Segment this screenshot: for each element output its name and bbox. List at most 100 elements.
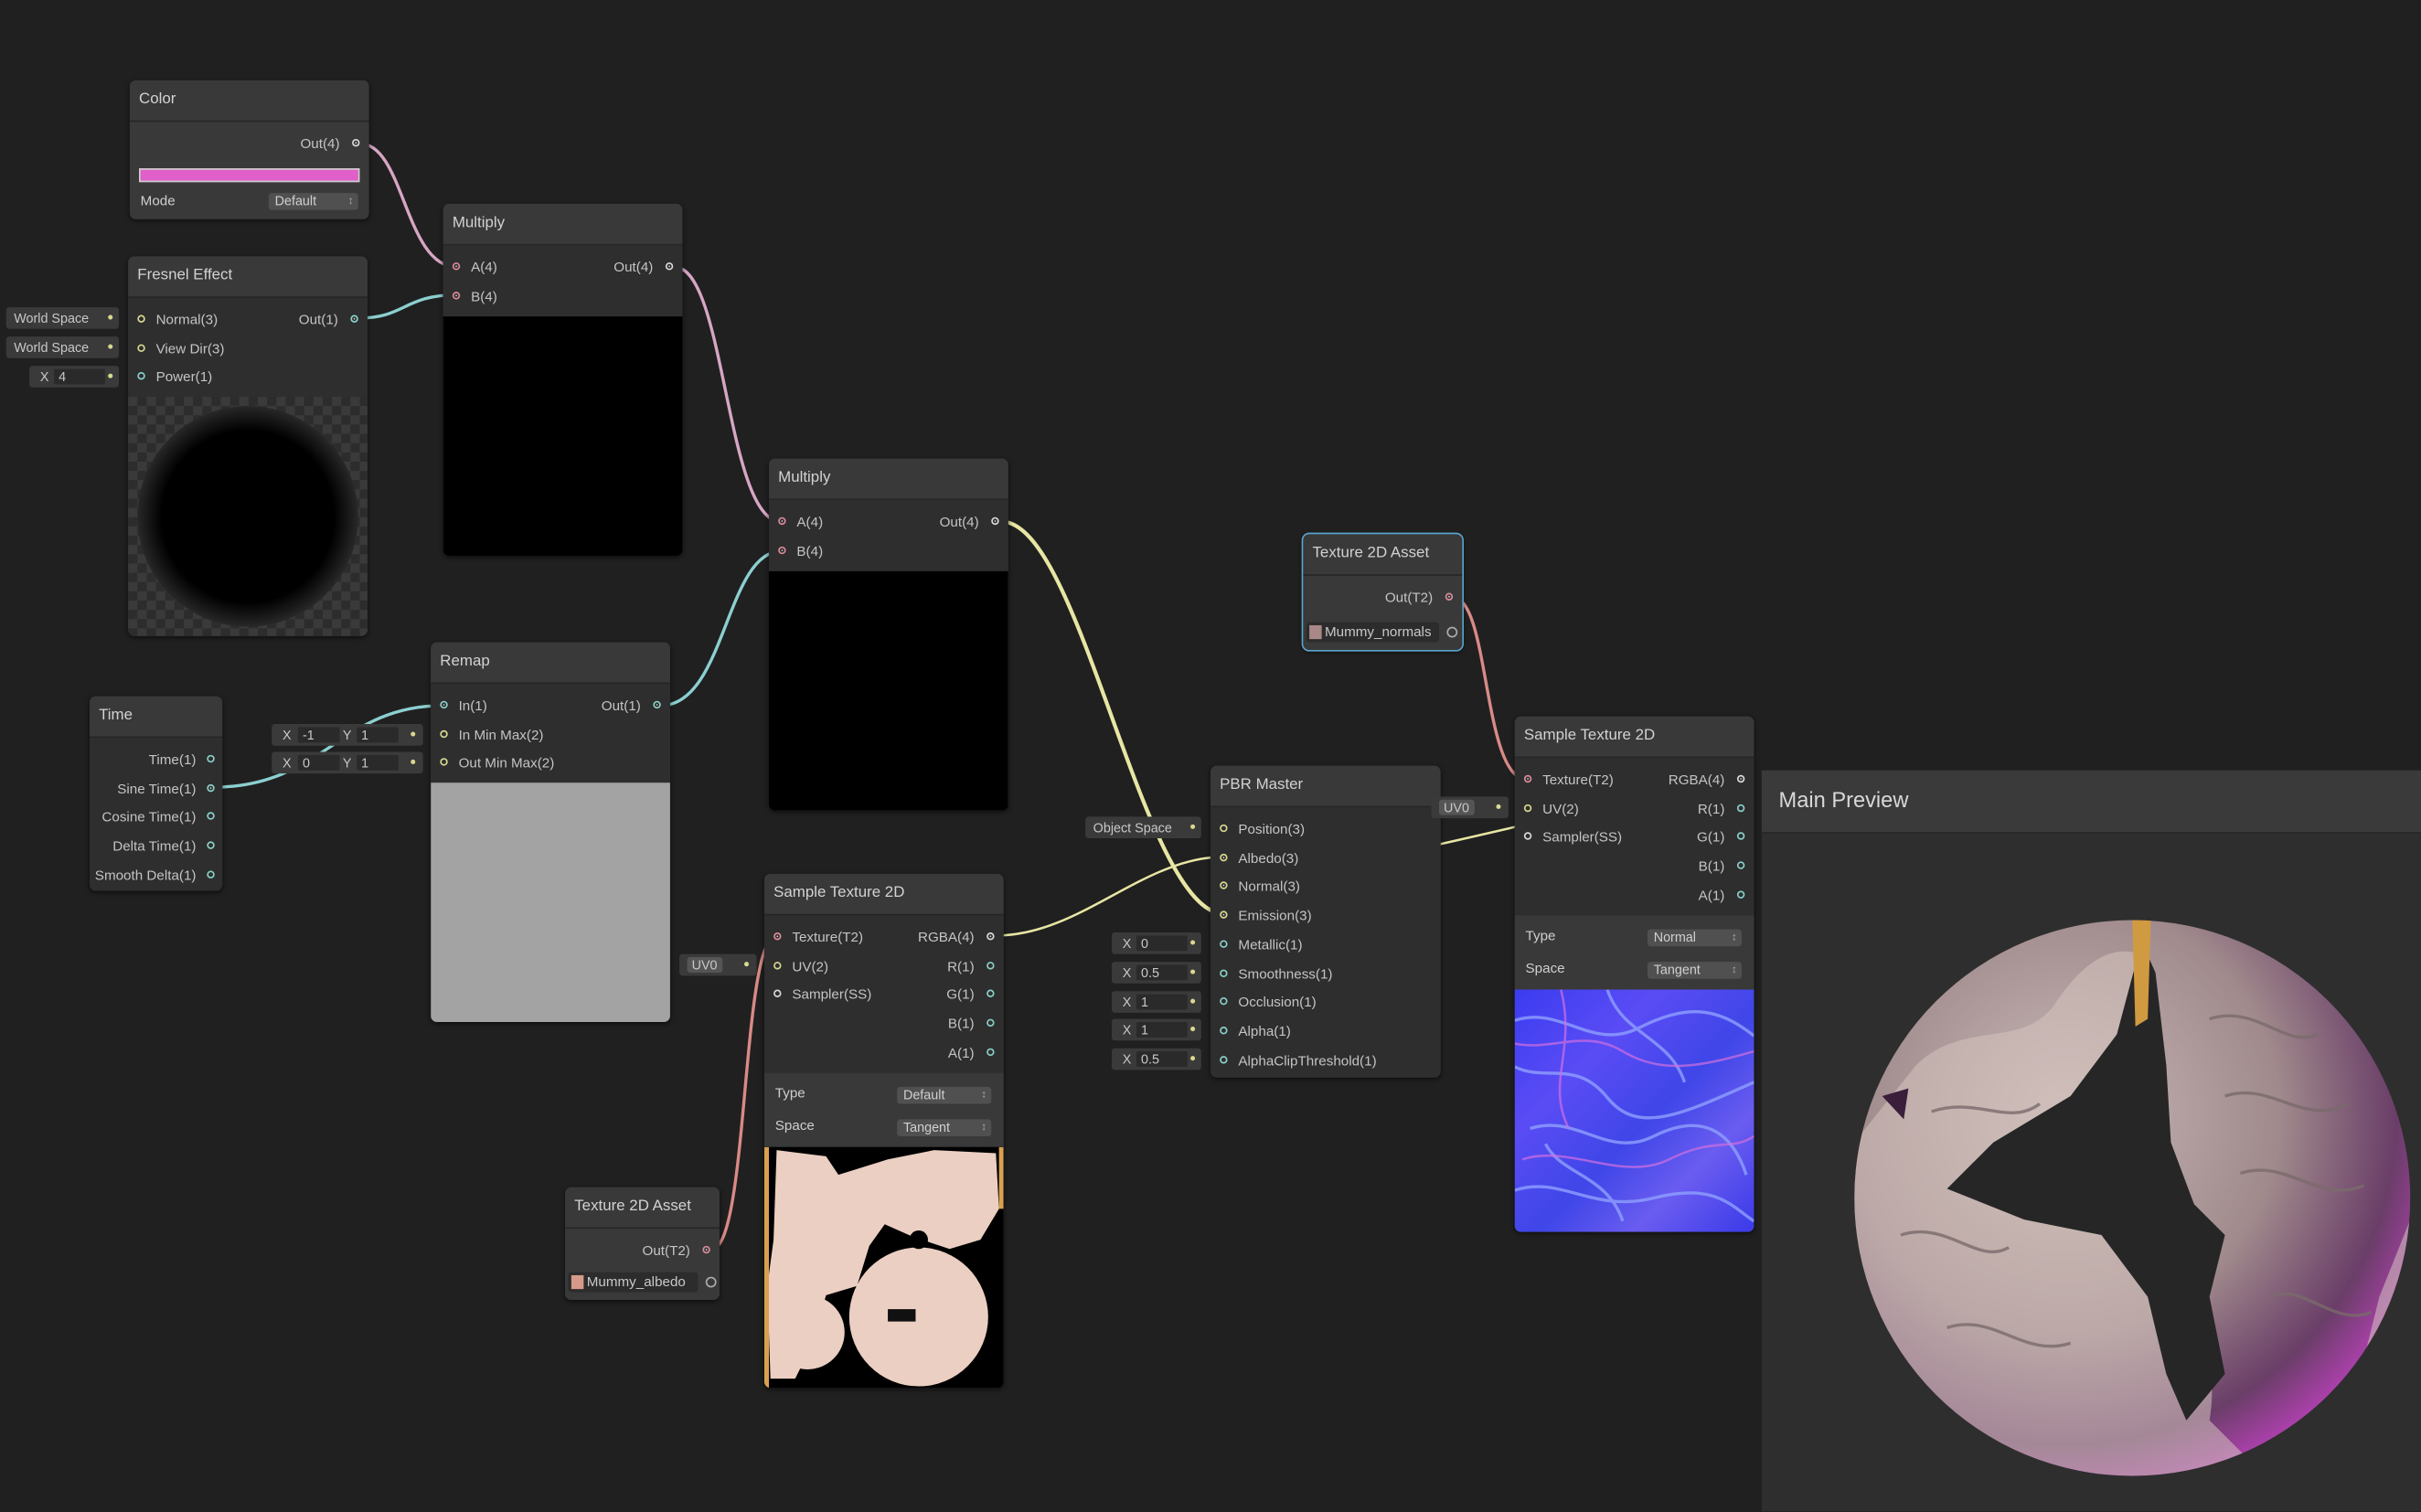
input-port-position[interactable]	[1220, 824, 1228, 833]
node-title-bar[interactable]: Color	[129, 80, 369, 122]
uv-input-albedo[interactable]: UV0	[679, 953, 757, 976]
space-dropdown[interactable]: Tangent	[1647, 962, 1742, 979]
metallic-input[interactable]: X0	[1111, 932, 1201, 954]
multiply-node-2[interactable]: Multiply A(4) B(4) Out(4)	[769, 458, 1008, 811]
in-max-value[interactable]: 1	[357, 727, 399, 743]
output-port-time[interactable]	[207, 754, 215, 763]
output-port-a[interactable]	[987, 1048, 995, 1057]
pbr-master-node[interactable]: PBR Master Position(3) Albedo(3) Normal(…	[1210, 765, 1441, 1078]
main-preview-header[interactable]: Main Preview	[1761, 770, 2421, 834]
input-port-alpha-clip[interactable]	[1220, 1056, 1228, 1064]
out-max-value[interactable]: 1	[357, 754, 399, 771]
output-port[interactable]	[653, 700, 661, 709]
input-port-in[interactable]	[440, 700, 448, 709]
node-title-bar[interactable]: Sample Texture 2D	[763, 873, 1004, 916]
input-port-uv[interactable]	[1523, 804, 1532, 813]
node-title-bar[interactable]: Sample Texture 2D	[1514, 716, 1754, 759]
node-title-bar[interactable]: Multiply	[443, 203, 683, 246]
output-port-r[interactable]	[1736, 804, 1745, 813]
input-port-b[interactable]	[778, 546, 786, 555]
node-title-bar[interactable]: Texture 2D Asset	[1303, 534, 1463, 576]
output-port-r[interactable]	[987, 962, 995, 970]
uv-dropdown[interactable]: UV0	[1438, 799, 1475, 815]
output-port[interactable]	[991, 516, 999, 526]
power-input[interactable]: X4	[29, 366, 120, 388]
node-title-bar[interactable]: PBR Master	[1210, 765, 1441, 808]
input-port-in-min-max[interactable]	[440, 729, 448, 739]
type-dropdown[interactable]: Default	[897, 1086, 992, 1104]
mode-dropdown[interactable]: Default	[268, 193, 358, 210]
type-dropdown[interactable]: Normal	[1647, 929, 1742, 947]
output-port[interactable]	[665, 262, 674, 271]
multiply-node-1[interactable]: Multiply A(4) B(4) Out(4)	[443, 203, 683, 556]
sample-texture-2d-node-normals[interactable]: Sample Texture 2D Texture(T2) UV(2) Samp…	[1514, 716, 1754, 1232]
output-port[interactable]	[350, 314, 358, 323]
output-port-b[interactable]	[987, 1018, 995, 1028]
uv-dropdown[interactable]: UV0	[687, 957, 722, 973]
output-port[interactable]	[352, 138, 360, 147]
smoothness-input[interactable]: X 0.5	[1111, 962, 1201, 984]
output-port-sine-time[interactable]	[207, 783, 215, 793]
object-picker-icon[interactable]	[1446, 626, 1458, 638]
input-port-metallic[interactable]	[1220, 940, 1228, 948]
metallic-value[interactable]: 0	[1136, 935, 1188, 952]
texture-asset-field[interactable]: Mummy_normals	[1306, 622, 1439, 643]
input-port-sampler[interactable]	[773, 989, 782, 997]
out-min-max-input[interactable]: X 0 Y 1	[272, 751, 423, 774]
node-title-bar[interactable]: Fresnel Effect	[128, 256, 368, 298]
alpha-clip-value[interactable]: 0.5	[1136, 1051, 1188, 1067]
texture-2d-asset-node-albedo[interactable]: Texture 2D Asset Out(T2) Mummy_albedo	[565, 1187, 720, 1300]
time-node[interactable]: Time Time(1) Sine Time(1) Cosine Time(1)…	[89, 696, 223, 891]
object-picker-icon[interactable]	[705, 1276, 717, 1288]
output-port[interactable]	[1445, 592, 1454, 601]
input-port-uv[interactable]	[773, 962, 782, 970]
input-port-out-min-max[interactable]	[440, 758, 448, 766]
node-title-bar[interactable]: Multiply	[769, 458, 1008, 501]
node-title-bar[interactable]: Remap	[431, 642, 670, 685]
output-port-b[interactable]	[1736, 861, 1745, 869]
input-port-power[interactable]	[137, 372, 145, 380]
sample-texture-2d-node-albedo[interactable]: Sample Texture 2D Texture(T2) UV(2) Samp…	[763, 873, 1004, 1389]
alpha-input[interactable]: X1	[1111, 1018, 1201, 1041]
color-swatch[interactable]	[138, 168, 360, 183]
input-port-smoothness[interactable]	[1220, 969, 1228, 978]
output-port-g[interactable]	[987, 989, 995, 997]
alpha-clip-input[interactable]: X 0.5	[1111, 1048, 1201, 1070]
node-title-bar[interactable]: Texture 2D Asset	[565, 1187, 720, 1230]
input-port-a[interactable]	[452, 262, 461, 271]
shader-graph-canvas[interactable]: Color Out(4) Mode Default Fresnel Effect…	[0, 0, 2421, 1512]
input-port-albedo[interactable]	[1220, 853, 1228, 862]
main-preview-viewport[interactable]	[1762, 834, 2421, 1511]
viewdir-space-input[interactable]: World Space	[5, 336, 120, 358]
input-port-normal[interactable]	[1220, 881, 1228, 889]
power-value[interactable]: 4	[54, 368, 105, 385]
occlusion-value[interactable]: 1	[1136, 994, 1188, 1010]
remap-node[interactable]: Remap In(1) In Min Max(2) Out Min Max(2)…	[431, 642, 670, 1022]
normal-space-input[interactable]: World Space	[5, 307, 120, 329]
in-min-value[interactable]: -1	[297, 727, 340, 743]
input-port-texture[interactable]	[773, 932, 782, 941]
input-port-emission[interactable]	[1220, 910, 1228, 919]
input-port-alpha[interactable]	[1220, 1027, 1228, 1035]
out-min-value[interactable]: 0	[297, 754, 340, 771]
alpha-value[interactable]: 1	[1136, 1021, 1188, 1038]
input-port-a[interactable]	[778, 516, 786, 526]
input-port-sampler[interactable]	[1523, 832, 1532, 840]
input-port-b[interactable]	[452, 292, 461, 300]
position-space-input[interactable]: Object Space	[1085, 816, 1201, 839]
output-port-g[interactable]	[1736, 832, 1745, 840]
output-port-delta-time[interactable]	[207, 841, 215, 849]
input-port-viewdir[interactable]	[137, 344, 145, 353]
main-preview-window[interactable]: Main Preview	[1761, 770, 2421, 1512]
output-port-rgba[interactable]	[1736, 774, 1745, 783]
uv-input-normals[interactable]: UV0	[1431, 796, 1509, 819]
input-port-texture[interactable]	[1523, 774, 1532, 783]
space-dropdown[interactable]: Tangent	[897, 1119, 992, 1136]
output-port-cosine-time[interactable]	[207, 812, 215, 820]
output-port-a[interactable]	[1736, 890, 1745, 899]
node-title-bar[interactable]: Time	[89, 696, 223, 739]
texture-2d-asset-node-normals[interactable]: Texture 2D Asset Out(T2) Mummy_normals	[1301, 532, 1464, 652]
output-port-smooth-delta[interactable]	[207, 870, 215, 878]
in-min-max-input[interactable]: X -1 Y 1	[272, 724, 423, 746]
output-port[interactable]	[702, 1245, 710, 1254]
